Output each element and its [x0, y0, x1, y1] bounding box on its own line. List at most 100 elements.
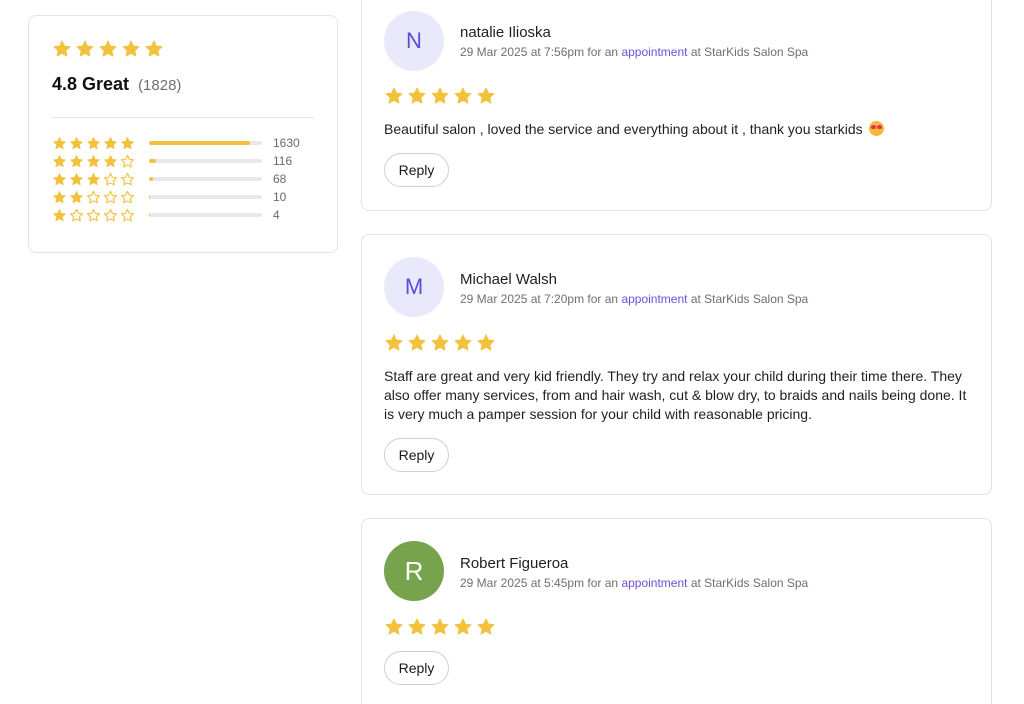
venue-name: at StarKids Salon Spa	[687, 576, 809, 590]
reply-button[interactable]: Reply	[384, 651, 449, 685]
star-filled-icon	[407, 333, 427, 353]
review-body: Beautiful salon , loved the service and …	[384, 121, 863, 137]
distribution-count: 4	[273, 208, 280, 222]
star-filled-icon	[69, 172, 84, 187]
distribution-count: 68	[273, 172, 287, 186]
review-date: 29 Mar 2025 at 7:20pm for an	[460, 292, 622, 306]
review-meta: 29 Mar 2025 at 7:56pm for an appointment…	[460, 45, 808, 59]
star-filled-icon	[86, 136, 101, 151]
rating-summary-card: 4.8 Great (1828) 1630 116 68 10 4	[28, 15, 338, 253]
row-stars	[52, 172, 146, 187]
star-filled-icon	[384, 617, 404, 637]
distribution-bar-fill	[149, 195, 150, 199]
review-text: Staff are great and very kid friendly. T…	[384, 368, 967, 422]
row-stars	[52, 136, 146, 151]
row-stars	[52, 208, 146, 223]
star-filled-icon	[52, 172, 67, 187]
review-meta: 29 Mar 2025 at 5:45pm for an appointment…	[460, 576, 808, 590]
star-filled-icon	[476, 86, 496, 106]
avatar-initial: N	[406, 28, 422, 53]
row-stars	[52, 154, 146, 169]
star-filled-icon	[69, 154, 84, 169]
distribution-row-4[interactable]: 116	[52, 152, 322, 170]
star-filled-icon	[98, 39, 118, 59]
review-stars	[384, 86, 496, 106]
distribution-row-2[interactable]: 10	[52, 188, 322, 206]
review-stars	[384, 333, 496, 353]
summary-stars	[52, 39, 164, 59]
avatar: N	[384, 11, 444, 71]
appointment-link[interactable]: appointment	[621, 45, 687, 59]
reply-button[interactable]: Reply	[384, 438, 449, 472]
distribution-bar	[149, 141, 262, 145]
star-filled-icon	[120, 136, 135, 151]
distribution-count: 1630	[273, 136, 300, 150]
star-filled-icon	[86, 172, 101, 187]
venue-name: at StarKids Salon Spa	[687, 292, 809, 306]
star-empty-icon	[103, 208, 118, 223]
review-card: R Robert Figueroa 29 Mar 2025 at 5:45pm …	[361, 518, 992, 704]
distribution-row-3[interactable]: 68	[52, 170, 322, 188]
star-empty-icon	[86, 190, 101, 205]
appointment-link[interactable]: appointment	[621, 576, 687, 590]
distribution-bar-fill	[149, 159, 156, 163]
review-card: N natalie Ilioska 29 Mar 2025 at 7:56pm …	[361, 0, 992, 211]
reply-button[interactable]: Reply	[384, 153, 449, 187]
star-filled-icon	[75, 39, 95, 59]
star-filled-icon	[69, 136, 84, 151]
star-filled-icon	[86, 154, 101, 169]
star-filled-icon	[430, 86, 450, 106]
review-count: (1828)	[138, 77, 182, 94]
star-filled-icon	[453, 333, 473, 353]
star-empty-icon	[86, 208, 101, 223]
rating-distribution: 1630 116 68 10 4	[52, 134, 322, 224]
star-filled-icon	[52, 136, 67, 151]
distribution-row-5[interactable]: 1630	[52, 134, 322, 152]
score-label: 4.8 Great	[52, 74, 130, 94]
star-filled-icon	[476, 617, 496, 637]
distribution-count: 10	[273, 190, 287, 204]
review-stars	[384, 617, 496, 637]
distribution-count: 116	[273, 154, 293, 168]
appointment-link[interactable]: appointment	[621, 292, 687, 306]
reviewer-name: natalie Ilioska	[460, 24, 551, 41]
star-filled-icon	[52, 208, 67, 223]
star-filled-icon	[52, 39, 72, 59]
avatar: R	[384, 541, 444, 601]
star-filled-icon	[103, 136, 118, 151]
distribution-row-1[interactable]: 4	[52, 206, 322, 224]
star-filled-icon	[144, 39, 164, 59]
star-filled-icon	[384, 333, 404, 353]
star-empty-icon	[103, 172, 118, 187]
star-empty-icon	[120, 208, 135, 223]
star-empty-icon	[120, 154, 135, 169]
distribution-bar	[149, 177, 262, 181]
star-empty-icon	[103, 190, 118, 205]
review-date: 29 Mar 2025 at 5:45pm for an	[460, 576, 622, 590]
heart-eyes-emoji-icon	[868, 121, 884, 136]
distribution-bar-fill	[149, 141, 250, 145]
avatar-initial: M	[404, 274, 424, 299]
review-card: M Michael Walsh 29 Mar 2025 at 7:20pm fo…	[361, 234, 992, 495]
star-filled-icon	[52, 154, 67, 169]
review-date: 29 Mar 2025 at 7:56pm for an	[460, 45, 622, 59]
star-filled-icon	[430, 333, 450, 353]
distribution-bar	[149, 195, 262, 199]
star-filled-icon	[69, 190, 84, 205]
distribution-bar	[149, 213, 262, 217]
avatar-initial: R	[404, 555, 424, 586]
distribution-bar-fill	[149, 177, 153, 181]
star-filled-icon	[103, 154, 118, 169]
star-filled-icon	[52, 190, 67, 205]
reviewer-name: Michael Walsh	[460, 271, 557, 288]
review-meta: 29 Mar 2025 at 7:20pm for an appointment…	[460, 292, 808, 306]
star-filled-icon	[407, 617, 427, 637]
avatar: M	[384, 257, 444, 317]
divider	[52, 117, 314, 118]
star-filled-icon	[430, 617, 450, 637]
review-text: Beautiful salon , loved the service and …	[384, 120, 974, 139]
star-filled-icon	[453, 617, 473, 637]
distribution-bar	[149, 159, 262, 163]
venue-name: at StarKids Salon Spa	[687, 45, 809, 59]
star-filled-icon	[407, 86, 427, 106]
